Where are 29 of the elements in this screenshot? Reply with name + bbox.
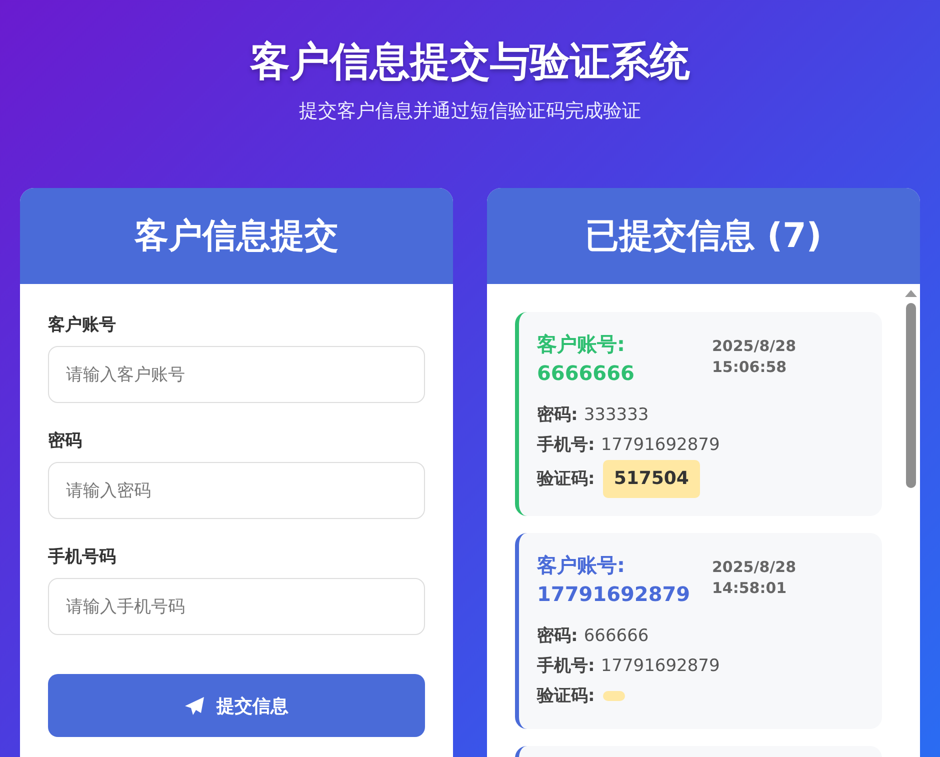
code-badge bbox=[602, 691, 625, 701]
password-label: 密码: bbox=[537, 625, 578, 648]
send-icon bbox=[184, 696, 204, 714]
field-label: 密码 bbox=[48, 430, 83, 452]
panel-title: 已提交信息 (7) bbox=[487, 188, 920, 284]
input-field[interactable]: 请输入密码 bbox=[48, 462, 425, 519]
field-label: 手机号码 bbox=[48, 546, 117, 568]
account-text: 客户账号: 6666666 bbox=[537, 331, 636, 387]
timestamp: 2025/8/28 15:06:58 bbox=[712, 336, 798, 378]
account-text: 客户账号: 17791692879 bbox=[537, 552, 692, 608]
input-field[interactable]: 请输入客户账号 bbox=[48, 346, 425, 403]
code-badge: 517504 bbox=[602, 460, 700, 498]
password-value: 666666 bbox=[584, 625, 649, 648]
timestamp: 2025/8/28 14:58:01 bbox=[712, 557, 798, 599]
code-label: 验证码: bbox=[537, 468, 595, 491]
submit-button[interactable]: 提交信息 bbox=[48, 674, 425, 737]
input-field[interactable]: 请输入手机号码 bbox=[48, 578, 425, 635]
password-label: 密码: bbox=[537, 404, 578, 427]
panel-title: 客户信息提交 bbox=[20, 188, 453, 284]
phone-value: 17791692879 bbox=[600, 655, 720, 678]
phone-label: 手机号: bbox=[537, 434, 595, 457]
page-title: 客户信息提交与验证系统 bbox=[250, 38, 690, 87]
phone-label: 手机号: bbox=[537, 655, 595, 678]
page-subtitle: 提交客户信息并通过短信验证码完成验证 bbox=[299, 99, 641, 124]
code-label: 验证码: bbox=[537, 685, 595, 708]
field-label: 客户账号 bbox=[48, 314, 117, 336]
password-value: 333333 bbox=[584, 404, 649, 427]
phone-value: 17791692879 bbox=[600, 434, 720, 457]
scroll-up-icon bbox=[905, 290, 917, 297]
